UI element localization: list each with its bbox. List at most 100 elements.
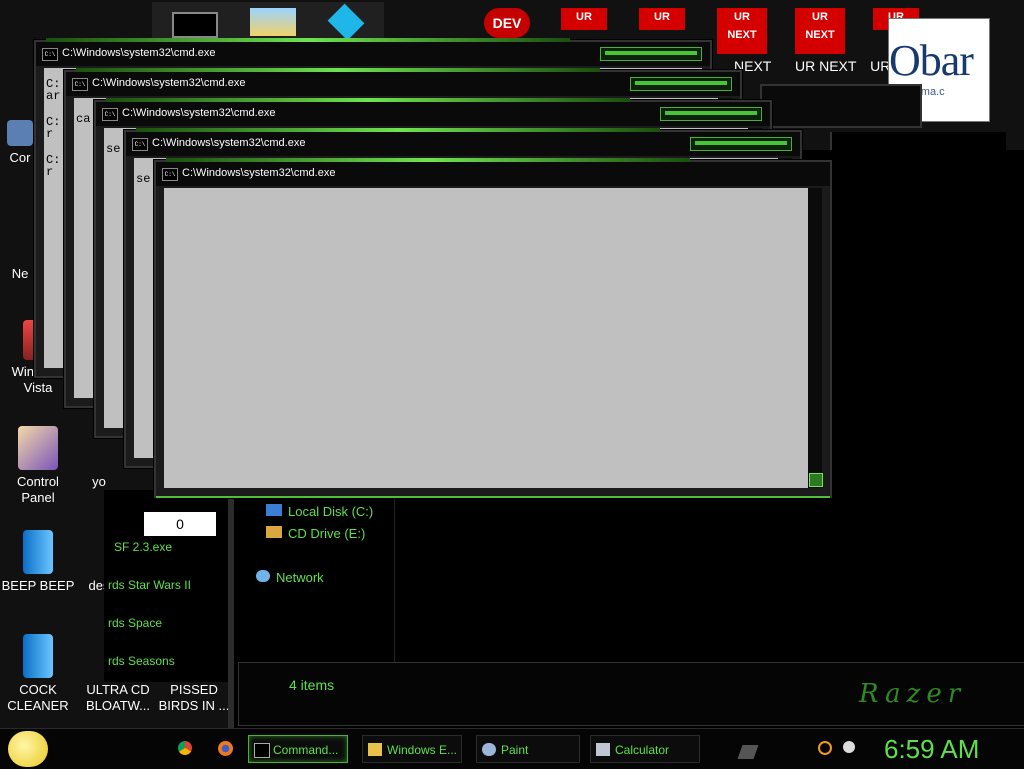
task-calculator[interactable]: Calculator <box>590 735 700 763</box>
network-item[interactable]: Network <box>256 570 324 585</box>
window-controls[interactable] <box>600 47 702 61</box>
cmd-titlebar[interactable]: C:\ C:\Windows\system32\cmd.exe <box>126 132 800 156</box>
ur-next-badge[interactable]: UR NEXT <box>795 8 845 54</box>
recycle-bin-icon <box>23 530 53 574</box>
obama-logo-text: Obar <box>889 36 974 85</box>
task-label: Windows E... <box>387 743 458 757</box>
cmd-titlebar[interactable]: C:\ C:\Windows\system32\cmd.exe <box>66 72 740 96</box>
volume-icon[interactable] <box>843 741 855 753</box>
tray-arrow-icon[interactable] <box>737 745 759 759</box>
badge-label: UR <box>654 11 670 23</box>
task-label: Command... <box>273 743 339 757</box>
drive-label: CD Drive (E:) <box>288 526 366 541</box>
desktop-icon-label: yo <box>92 474 106 489</box>
window-glow-line <box>156 496 830 498</box>
calculator-icon <box>596 743 610 756</box>
console-line: r <box>46 127 54 141</box>
cmd-console[interactable] <box>164 188 823 488</box>
desktop-icon-cock-cleaner[interactable]: COCK CLEANER <box>0 634 76 714</box>
scrollbar[interactable] <box>808 188 823 488</box>
desktop-icon-yo[interactable]: yo <box>84 474 114 490</box>
drive-c[interactable]: Local Disk (C:) <box>266 504 373 519</box>
ur-badge[interactable]: UR <box>561 8 607 30</box>
cmd-title: C:\Windows\system32\cmd.exe <box>182 167 336 179</box>
scroll-down-arrow[interactable] <box>809 473 823 487</box>
cmd-window[interactable]: C:\ C:\Windows\system32\cmd.exe <box>154 158 832 498</box>
cd-drive-icon <box>266 526 282 538</box>
console-line: se <box>136 172 151 186</box>
calc-display: 0 <box>144 512 216 536</box>
desktop-icon-label: Control Panel <box>17 474 59 505</box>
badge-label: UR <box>812 11 828 23</box>
cmd-icon <box>254 743 270 758</box>
paint-icon <box>482 743 496 756</box>
computer-icon <box>7 120 33 146</box>
console-line: se <box>106 142 121 156</box>
chrome-icon[interactable] <box>178 741 192 755</box>
calc-value: 0 <box>176 516 184 532</box>
console-text: ca <box>76 112 90 126</box>
desktop-icon-control-panel[interactable]: Control Panel <box>0 426 76 506</box>
desktop-icon-label: PISSED BIRDS IN ... <box>158 682 230 713</box>
badge-label: UR <box>734 11 750 23</box>
cmd-title: C:\Windows\system32\cmd.exe <box>152 137 306 149</box>
network-label: Network <box>276 570 324 585</box>
console-line: ar <box>46 89 61 103</box>
launcher-window[interactable]: 0 SF 2.3.exe rds Star Wars II rds Space … <box>104 490 228 682</box>
ur-next-badge[interactable]: UR NEXT <box>717 8 767 54</box>
cmd-title: C:\Windows\system32\cmd.exe <box>122 107 276 119</box>
task-windows-explorer[interactable]: Windows E... <box>362 735 462 763</box>
cmd-icon: C:\ <box>42 48 58 61</box>
console-text: se <box>106 142 120 156</box>
cmd-titlebar[interactable]: C:\ C:\Windows\system32\cmd.exe <box>96 102 770 126</box>
drive-e[interactable]: CD Drive (E:) <box>266 526 365 541</box>
desktop-icon-ultra-cd[interactable]: ULTRA CD BLOATW... <box>80 682 156 714</box>
desktop-icon-pissed-birds[interactable]: PISSED BIRDS IN ... <box>156 682 232 714</box>
firefox-icon[interactable] <box>218 741 233 756</box>
dev-badge-label: DEV <box>492 15 522 31</box>
items-count: 4 items <box>289 677 335 693</box>
task-label: Calculator <box>615 743 670 757</box>
launcher-item[interactable]: rds Seasons <box>108 654 175 668</box>
drive-label: Local Disk (C:) <box>288 504 374 519</box>
desktop-icon-label: Ne <box>11 266 29 281</box>
task-paint[interactable]: Paint <box>476 735 580 763</box>
start-button[interactable] <box>8 731 48 767</box>
search-icon[interactable] <box>818 741 832 755</box>
status-bar: 4 items Razer <box>238 662 1024 726</box>
drive-icon <box>266 504 282 516</box>
launcher-item[interactable]: rds Space <box>108 616 162 630</box>
cmd-launcher-icon[interactable] <box>172 12 218 38</box>
console-text: C: ar C: r C: r <box>46 78 60 178</box>
dev-badge[interactable]: DEV <box>484 8 530 38</box>
cmd-titlebar[interactable]: C:\ C:\Windows\system32\cmd.exe <box>156 162 830 186</box>
ur-badge[interactable]: UR <box>639 8 685 30</box>
window-controls[interactable] <box>630 77 732 91</box>
desktop-icon-label: COCK CLEANER <box>7 682 69 713</box>
task-command-prompt[interactable]: Command... <box>248 735 348 763</box>
console-line: r <box>46 165 54 179</box>
desktop-icon-label: ULTRA CD BLOATW... <box>85 682 151 713</box>
console-line: ca <box>76 112 91 126</box>
clock[interactable]: 6:59 AM <box>884 734 979 765</box>
folder-icon <box>368 743 382 756</box>
launcher-item[interactable]: SF 2.3.exe <box>114 540 172 554</box>
cmd-icon: C:\ <box>102 108 118 121</box>
cmd-icon: C:\ <box>132 138 148 151</box>
cmd-title: C:\Windows\system32\cmd.exe <box>62 47 216 59</box>
console-text: se <box>136 172 150 186</box>
launcher-item[interactable]: rds Star Wars II <box>108 578 191 592</box>
cmd-title: C:\Windows\system32\cmd.exe <box>92 77 246 89</box>
window-controls[interactable] <box>690 137 792 151</box>
control-panel-icon <box>18 426 58 470</box>
desktop-icon-label: Cor <box>9 150 31 165</box>
badge-label: UR <box>576 11 592 23</box>
desktop-icon-beep-beep[interactable]: BEEP BEEP <box>0 530 76 594</box>
window-controls[interactable] <box>660 107 762 121</box>
cmd-titlebar[interactable]: C:\ C:\Windows\system32\cmd.exe <box>36 42 710 66</box>
network-icon <box>256 570 270 582</box>
task-label: Paint <box>501 743 529 757</box>
badge-label: NEXT <box>805 29 835 41</box>
desktop-icon-label: BEEP BEEP <box>1 578 75 593</box>
folder-launcher-icon[interactable] <box>250 8 296 36</box>
